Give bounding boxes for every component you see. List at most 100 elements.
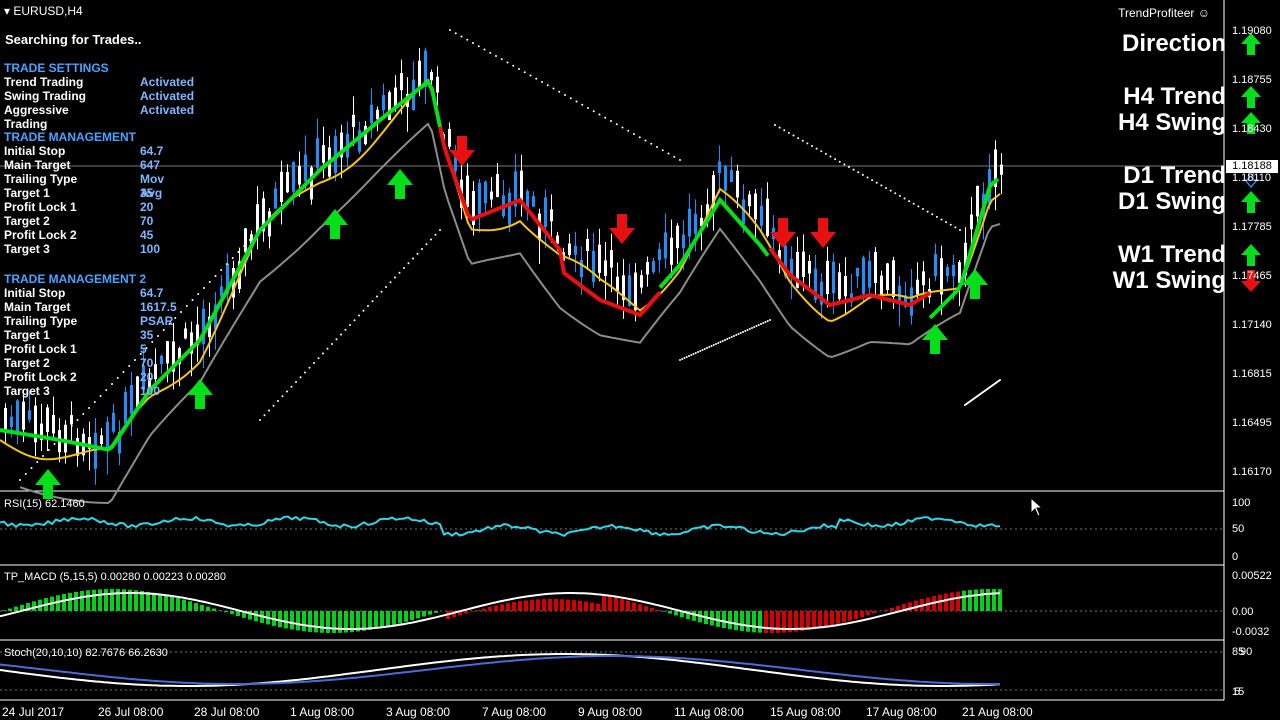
psar-dot — [322, 352, 324, 355]
setting-row: Target 2 70 — [4, 356, 153, 370]
psar-dot — [644, 139, 647, 142]
price-tick: 1.18430 — [1232, 123, 1272, 135]
macd-bar — [422, 611, 426, 617]
setting-row: Swing Trading Activated — [4, 89, 194, 103]
macd-bar — [494, 605, 498, 611]
macd-bar — [578, 600, 582, 611]
psar-dot — [650, 142, 653, 145]
macd-bar — [620, 599, 624, 611]
macd-bar — [542, 599, 546, 611]
psar-dot — [425, 243, 428, 246]
macd-bar — [2, 610, 6, 611]
macd-bar — [290, 611, 294, 630]
macd-bar — [488, 607, 492, 611]
price-tick: 1.17465 — [1232, 270, 1272, 282]
psar-dot — [726, 338, 729, 340]
psar-dot — [703, 348, 706, 350]
trade-management-title: TRADE MANAGEMENT — [4, 130, 136, 144]
psar-dot — [688, 355, 690, 357]
psar-dot — [76, 419, 79, 421]
fast-ma-line — [0, 78, 1001, 461]
stoch-level-5: 5 — [1234, 686, 1241, 698]
macd-bar — [980, 589, 984, 611]
macd-bar — [548, 599, 552, 611]
macd-bar — [68, 592, 72, 611]
price-tick: 1.18755 — [1232, 74, 1272, 86]
psar-dot — [272, 404, 275, 407]
stoch-signal-line — [0, 655, 1000, 685]
candle-body — [670, 237, 673, 265]
psar-dot — [880, 184, 883, 187]
candle-body — [550, 209, 553, 222]
psar-dot — [454, 32, 457, 35]
candle-body — [886, 263, 889, 290]
candle-body — [70, 414, 73, 425]
psar-dot — [898, 194, 901, 197]
arrow-up-icon — [1241, 191, 1261, 213]
candle-body — [916, 279, 919, 295]
setting-row: Profit Lock 2 45 — [4, 228, 153, 242]
psar-dot — [838, 160, 841, 163]
psar-dot — [721, 340, 724, 342]
rsi-level-50: 50 — [1232, 523, 1245, 535]
psar-dot — [712, 344, 715, 346]
psar-dot — [852, 168, 855, 171]
psar-dot — [226, 263, 228, 265]
psar-dot — [638, 136, 641, 139]
macd-bar — [392, 611, 396, 625]
macd-bar — [200, 604, 204, 611]
psar-dot — [268, 409, 270, 412]
candle-body — [64, 424, 67, 453]
candle-body — [418, 60, 421, 88]
macd-bar — [752, 611, 756, 633]
psar-dot — [376, 295, 378, 298]
macd-bar — [614, 597, 618, 611]
psar-dot — [811, 145, 813, 147]
macd-bar — [656, 609, 660, 611]
macd-bar — [746, 611, 750, 632]
signal-row: W1 Trend — [1118, 241, 1262, 269]
menu-triangle-icon[interactable]: ▾ — [4, 4, 10, 18]
psar-dot — [820, 150, 823, 153]
smiley-icon[interactable]: ☺ — [1198, 6, 1210, 20]
psar-dot — [344, 328, 347, 331]
macd-bar — [584, 601, 588, 611]
candle-body — [376, 109, 379, 120]
psar-dot — [908, 200, 911, 203]
candle-body — [826, 260, 829, 295]
candle-body — [532, 196, 535, 207]
psar-dot — [778, 126, 781, 129]
candle-body — [430, 72, 433, 81]
psar-dot — [581, 103, 584, 106]
psar-dot — [541, 81, 543, 83]
time-tick: 26 Jul 08:00 — [98, 705, 164, 719]
macd-bar — [818, 611, 822, 628]
macd-level-bottom: -0.0032 — [1232, 626, 1270, 638]
macd-bar — [188, 601, 192, 611]
psar-dot — [604, 116, 607, 119]
setting-value: 64.7 — [140, 144, 164, 158]
macd-bar — [836, 611, 840, 624]
psar-dot — [59, 437, 62, 439]
psar-dot — [237, 251, 240, 253]
macd-bar — [896, 605, 900, 611]
macd-bar — [368, 611, 372, 630]
psar-dot — [53, 443, 56, 445]
candle-body — [52, 414, 55, 434]
candle-body — [28, 410, 31, 420]
candle-body — [436, 76, 439, 93]
psar-dot — [259, 419, 261, 421]
psar-dot — [949, 223, 952, 226]
psar-dot — [717, 342, 720, 344]
rsi-line — [0, 515, 1001, 537]
price-tick: 1.19080 — [1232, 25, 1272, 37]
macd-bar — [590, 602, 594, 611]
psar-dot — [558, 90, 561, 93]
psar-dot — [500, 58, 503, 61]
setting-value: 5 — [140, 342, 147, 356]
current-price-label: 1.18188 — [1226, 160, 1278, 173]
macd-bar — [728, 611, 732, 630]
psar-dot — [667, 152, 670, 155]
candle-body — [922, 271, 925, 286]
candle-body — [298, 166, 301, 185]
